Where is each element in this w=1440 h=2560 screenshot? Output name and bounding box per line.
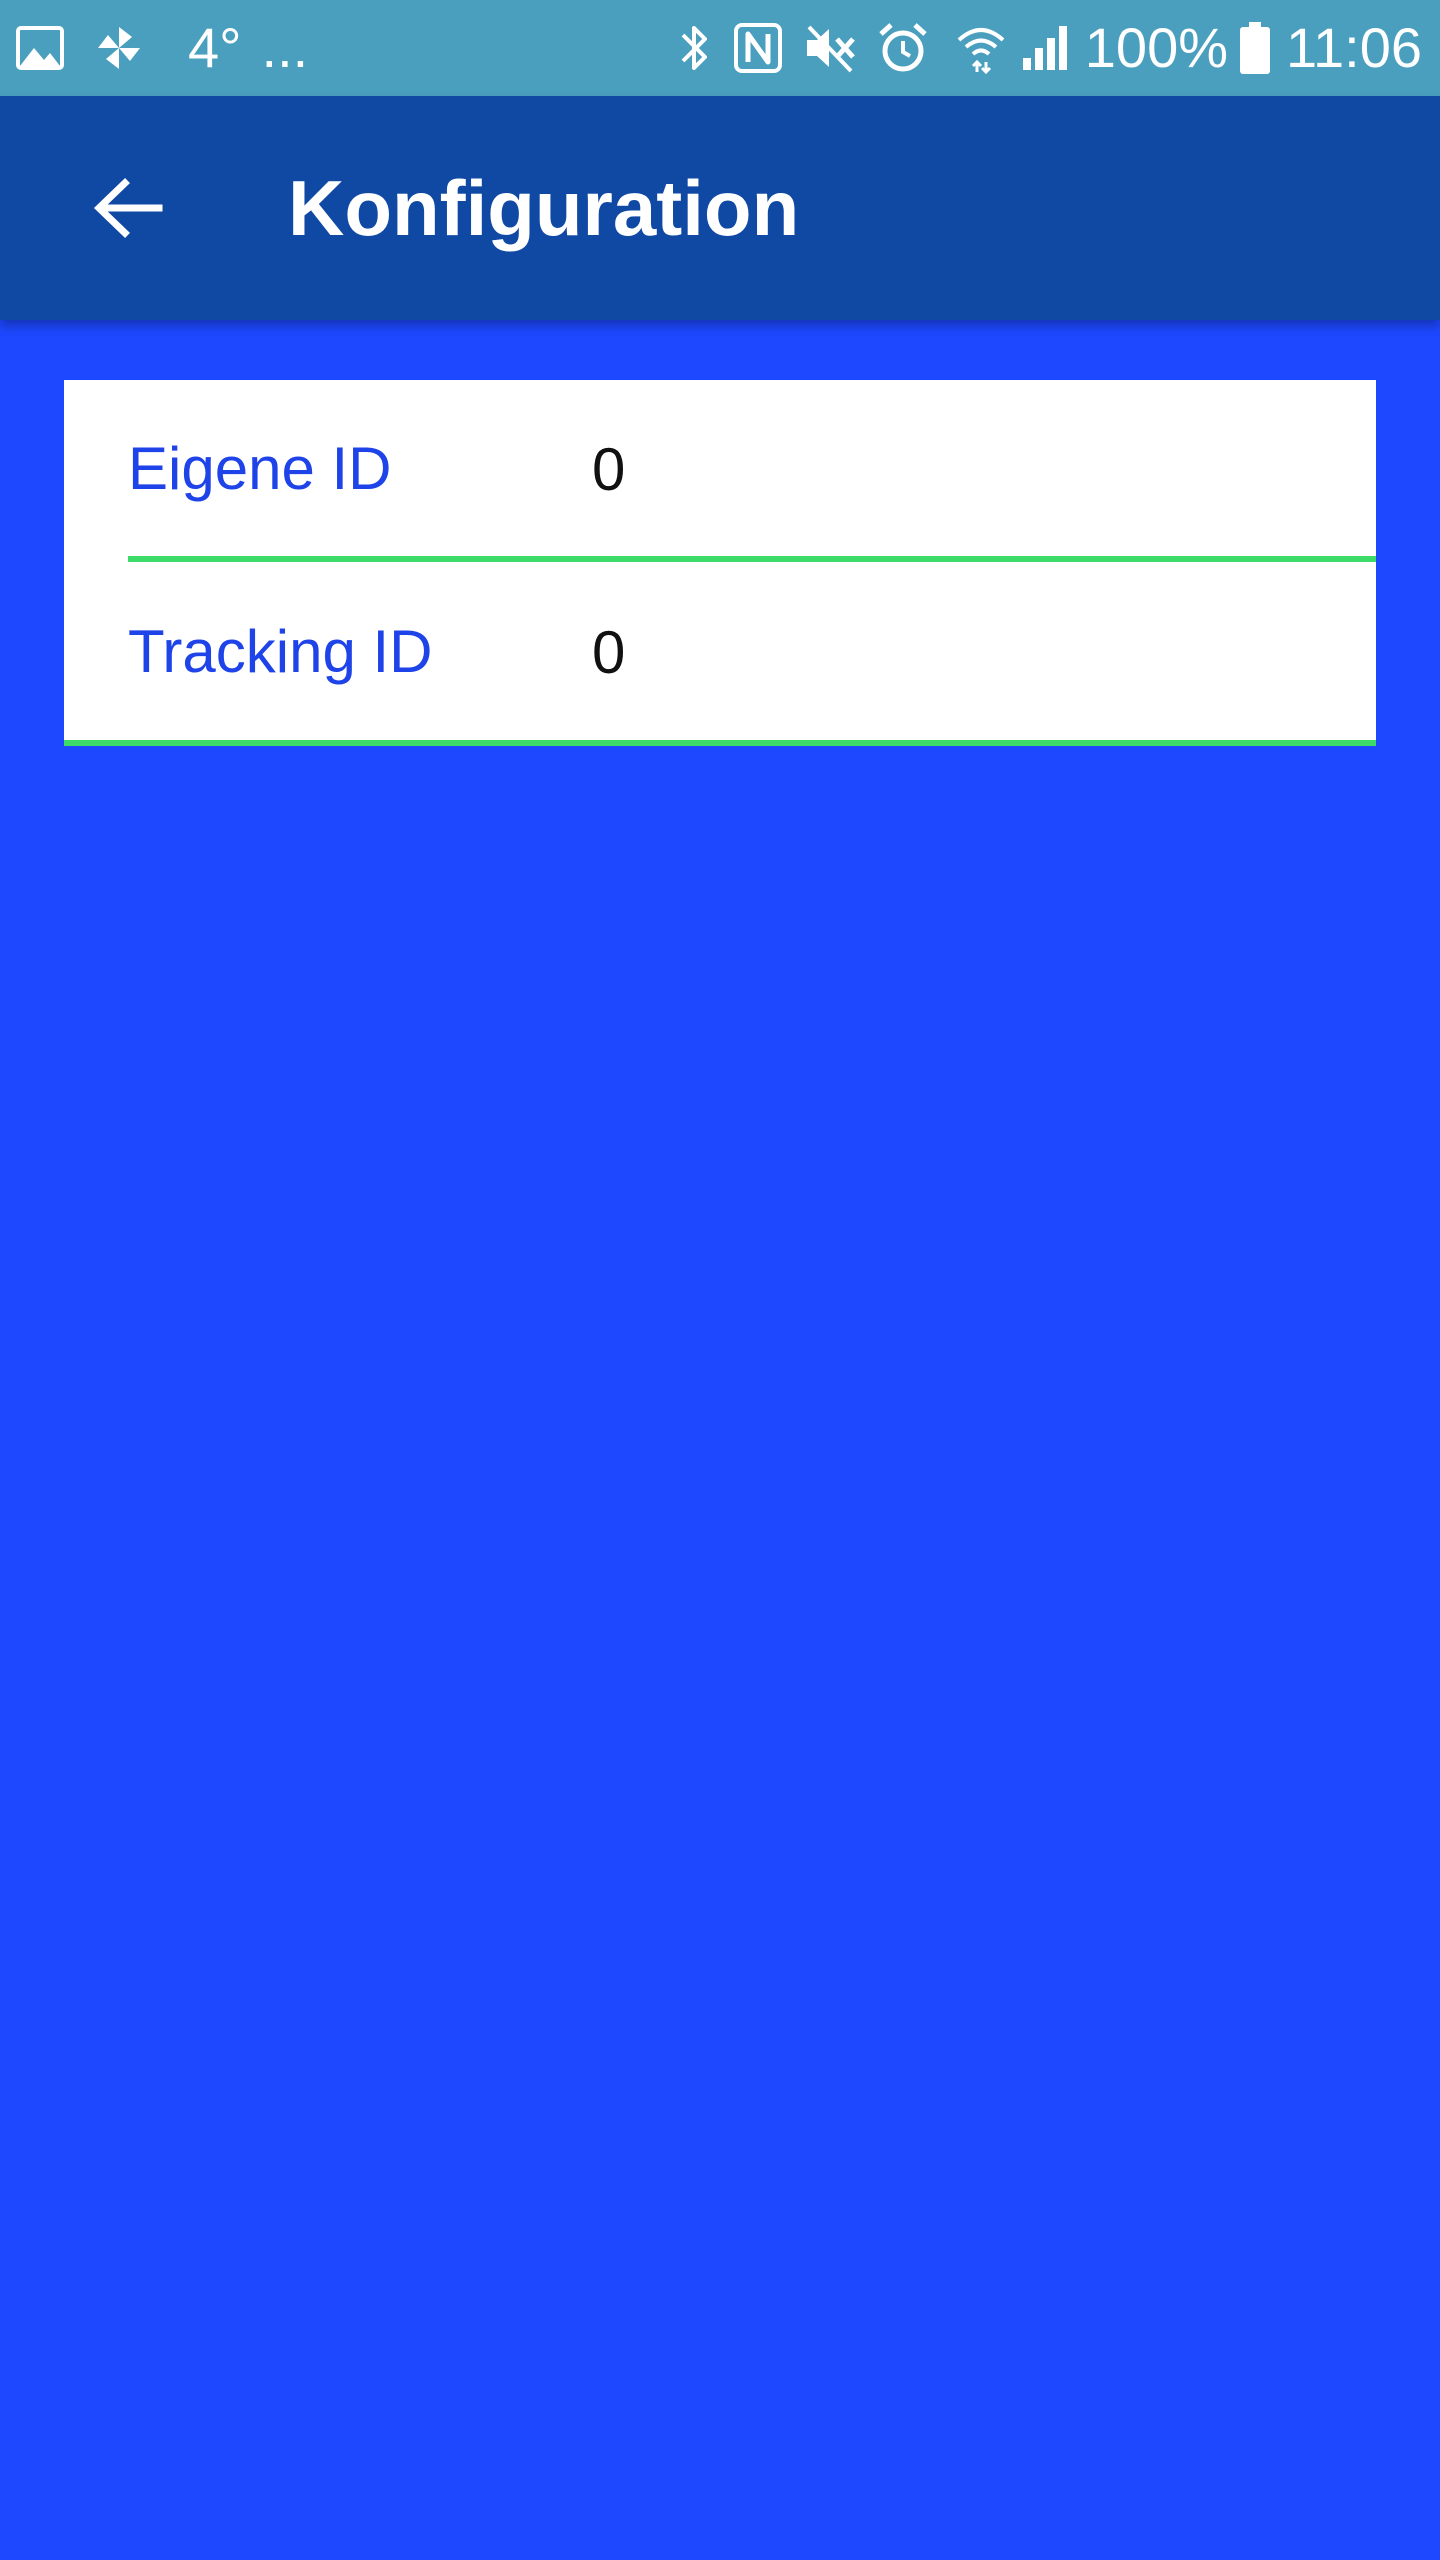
status-bar-right: 100% 11:06 bbox=[679, 0, 1422, 96]
eigene-id-divider bbox=[128, 556, 1376, 562]
clock: 11:06 bbox=[1286, 16, 1422, 79]
back-button[interactable] bbox=[72, 152, 184, 264]
pinwheel-icon bbox=[94, 20, 144, 76]
alarm-icon bbox=[877, 20, 929, 76]
nfc-icon bbox=[733, 20, 783, 76]
page-title: Konfiguration bbox=[288, 164, 800, 252]
status-bar: 4° ... 100% 11:06 bbox=[0, 0, 1440, 96]
tracking-id-label: Tracking ID bbox=[128, 618, 433, 685]
form-row-tracking-id: Tracking ID bbox=[64, 563, 1376, 746]
temperature-text: 4° bbox=[188, 16, 242, 79]
app-bar: Konfiguration bbox=[0, 96, 1440, 320]
arrow-back-icon bbox=[93, 177, 163, 239]
signal-icon bbox=[1021, 20, 1071, 76]
battery-icon bbox=[1240, 20, 1271, 76]
form-row-eigene-id: Eigene ID bbox=[64, 380, 1376, 563]
tracking-id-input[interactable] bbox=[592, 613, 1352, 693]
bluetooth-icon bbox=[679, 20, 711, 76]
config-card: Eigene ID Tracking ID bbox=[64, 380, 1376, 746]
image-icon bbox=[16, 20, 64, 76]
tracking-id-divider bbox=[64, 740, 1376, 746]
mute-icon bbox=[803, 20, 859, 76]
eigene-id-label: Eigene ID bbox=[128, 435, 392, 502]
status-bar-left: 4° ... bbox=[16, 0, 308, 96]
wifi-icon bbox=[955, 20, 1007, 76]
eigene-id-input[interactable] bbox=[592, 430, 1352, 510]
battery-percent: 100% bbox=[1084, 16, 1229, 79]
notification-overflow: ... bbox=[261, 16, 309, 79]
